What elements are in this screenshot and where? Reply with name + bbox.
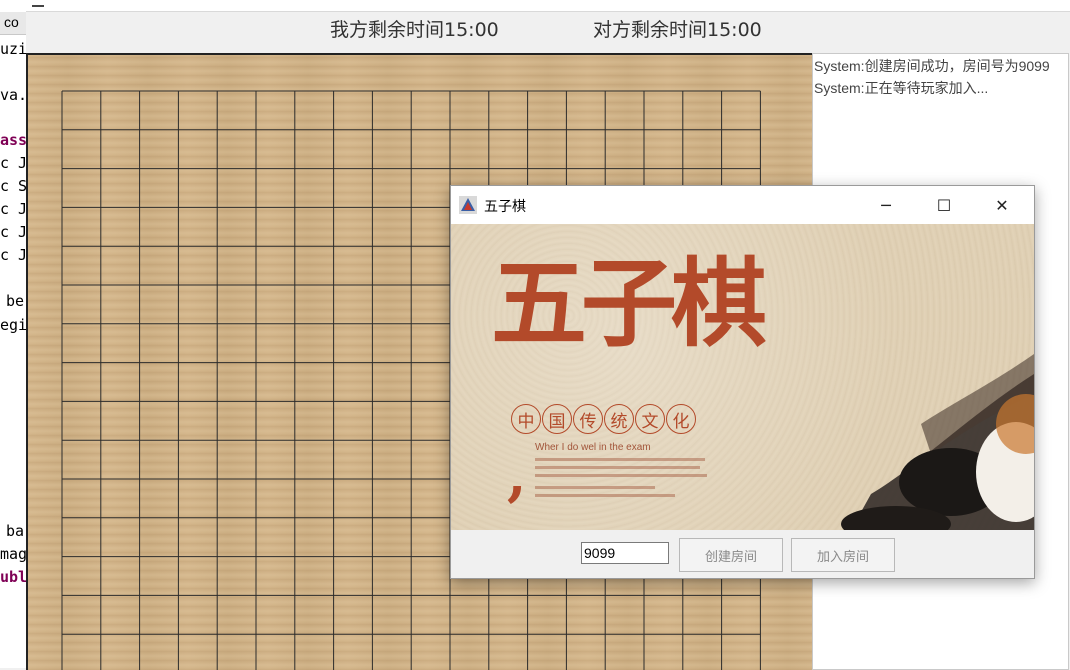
- ide-line: c J: [0, 200, 27, 218]
- opponent-remaining-time: 对方剩余时间15:00: [593, 19, 762, 41]
- ide-line: co: [4, 14, 19, 30]
- maximize-button[interactable]: ☐: [915, 186, 973, 224]
- ide-line: ubl: [0, 568, 27, 586]
- my-remaining-time: 我方剩余时间15:00: [330, 19, 499, 41]
- ide-line: c J: [0, 223, 27, 241]
- ide-line: be: [6, 292, 25, 310]
- dialog-controls: 9099 创建房间 加入房间: [451, 530, 1034, 578]
- ide-background-editor: co uzi va. ass c J c S c J c J c J be eg…: [0, 0, 27, 668]
- join-room-button[interactable]: 加入房间: [791, 538, 895, 572]
- minimize-button[interactable]: ─: [857, 186, 915, 224]
- close-icon: ✕: [995, 195, 1009, 215]
- room-dialog: 五子棋 ─ ☐ ✕ 五子棋 中 国 传 统 文 化 , Wher I do we…: [450, 185, 1035, 579]
- chat-message: System:创建房间成功，房间号为9099: [814, 58, 1050, 74]
- dialog-title: 五子棋: [484, 199, 526, 215]
- window-title-strip: [26, 0, 1070, 12]
- ide-line: mag: [0, 545, 27, 563]
- minimize-icon: ─: [881, 195, 891, 215]
- create-room-button[interactable]: 创建房间: [679, 538, 783, 572]
- ide-line: va.: [0, 86, 27, 104]
- dialog-titlebar[interactable]: 五子棋 ─ ☐ ✕: [451, 186, 1034, 224]
- ide-line: ass: [0, 131, 27, 149]
- ide-line: c J: [0, 246, 27, 264]
- maximize-icon: ☐: [936, 195, 952, 215]
- close-button[interactable]: ✕: [973, 186, 1031, 224]
- gomoku-poster-image: 五子棋 中 国 传 统 文 化 , Wher I do wel in the e…: [451, 224, 1034, 530]
- room-number-input[interactable]: 9099: [581, 542, 669, 564]
- ide-line: c J: [0, 154, 27, 172]
- java-app-icon: [459, 196, 477, 214]
- ide-line: egi: [0, 316, 27, 334]
- minimize-icon[interactable]: [32, 0, 44, 7]
- ink-and-stones-art: [841, 354, 1034, 530]
- ide-line: ba: [6, 522, 25, 540]
- ide-line: uzi: [0, 40, 27, 58]
- chat-message: System:正在等待玩家加入...: [814, 80, 989, 96]
- ide-line: c S: [0, 177, 27, 195]
